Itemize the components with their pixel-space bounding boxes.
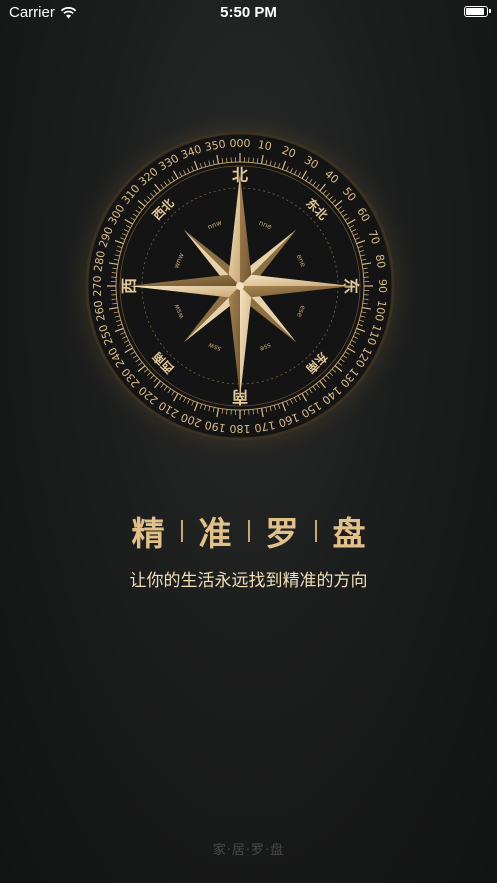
battery-fill — [466, 8, 484, 15]
degree-label: 180 — [230, 422, 251, 435]
battery-icon — [464, 6, 491, 17]
status-time: 5:50 PM — [220, 4, 277, 21]
degree-label: 270 — [91, 276, 104, 297]
headline-char-2: 准 — [198, 514, 232, 553]
headline-char-3: 罗 — [265, 514, 299, 553]
compass: 000 10 20 30 40 50 60 70 80 90 100 110 120 130 140 150 1… — [60, 106, 420, 466]
star-center — [236, 282, 244, 290]
headline-char-4: 盘 — [332, 514, 366, 553]
tagline: 让你的生活永远找到精准的方向 — [129, 571, 368, 591]
degree-label: 10 — [257, 138, 273, 153]
degree-label: 000 — [230, 137, 251, 150]
status-bar: Carrier 5:50 PM — [0, 0, 497, 26]
footer-brand: 家·居·罗·盘 — [212, 843, 285, 858]
headline-char-1: 精 — [131, 514, 165, 553]
degree-label: 80 — [373, 253, 388, 269]
degree-label: 90 — [376, 279, 389, 293]
headline: 精 准 罗 盘 — [0, 507, 497, 555]
